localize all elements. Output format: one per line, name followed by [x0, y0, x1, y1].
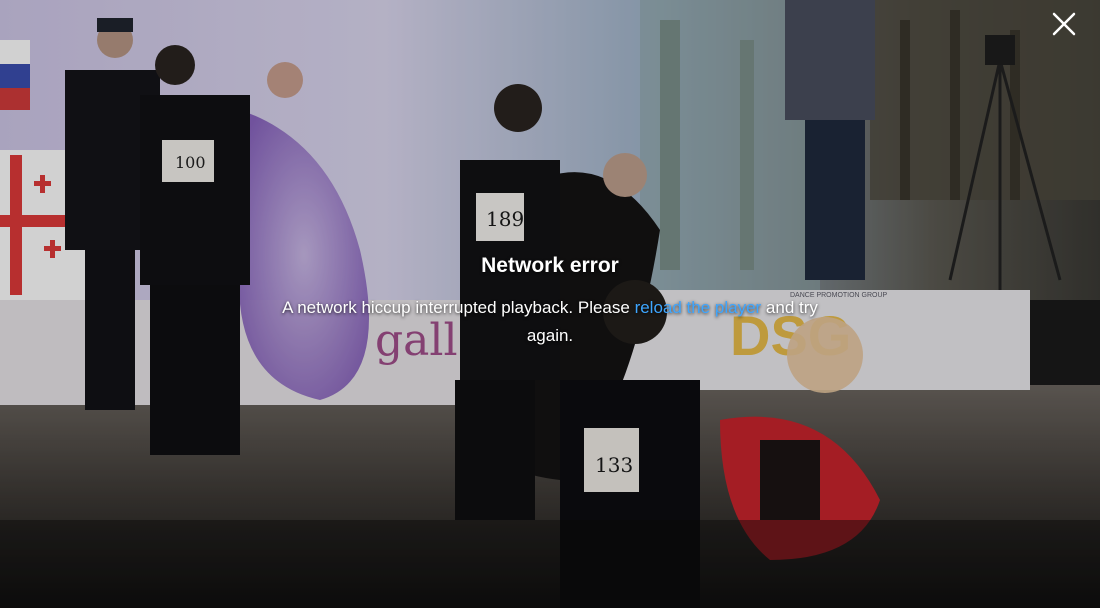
- error-title: Network error: [481, 254, 619, 277]
- close-icon[interactable]: [1048, 8, 1080, 40]
- error-dialog: Network error A network hiccup interrupt…: [0, 254, 1100, 350]
- reload-player-link[interactable]: reload the player: [635, 298, 762, 317]
- video-player: gall DSG DANCE PROMOTION GROUP 100 189 1…: [0, 0, 1100, 608]
- error-message: A network hiccup interrupted playback. P…: [270, 294, 830, 350]
- error-message-start: A network hiccup interrupted playback. P…: [282, 298, 635, 317]
